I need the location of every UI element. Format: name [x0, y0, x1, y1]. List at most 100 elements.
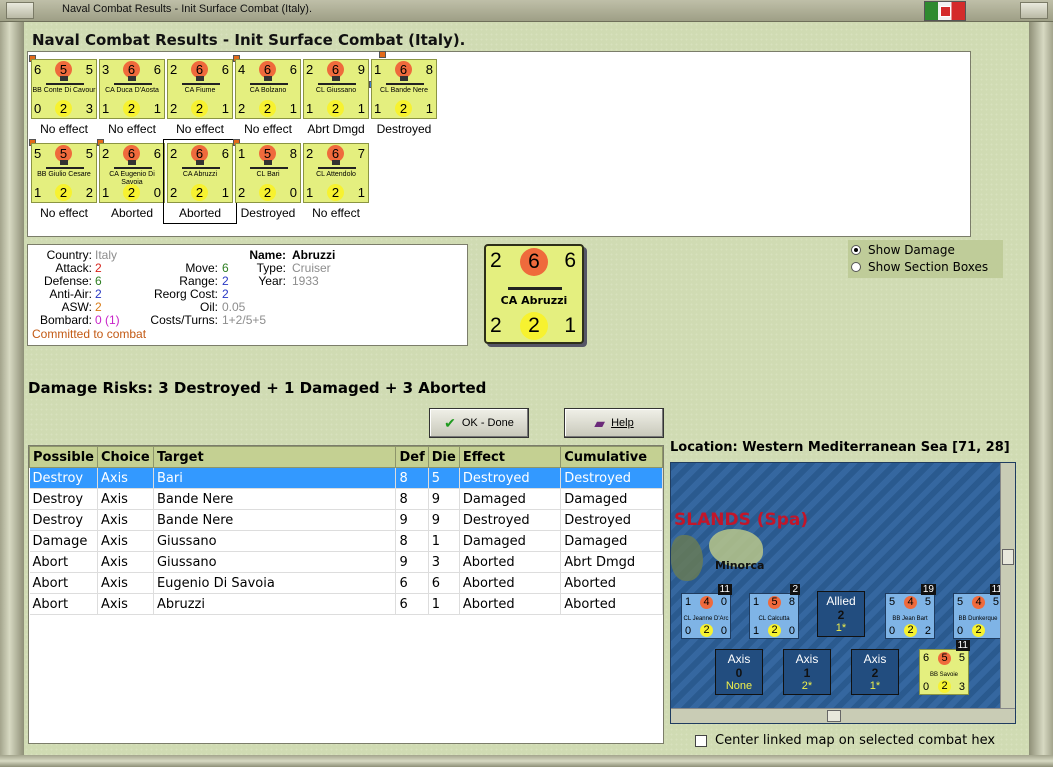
ship-card[interactable]: 2 6 9 CL Giussano 1 2 1 Abrt Dmgd [303, 59, 369, 136]
axis-summary-box[interactable]: Axis 0 None [715, 649, 763, 695]
column-header[interactable]: Choice [96, 446, 154, 468]
minimize-button[interactable] [1020, 2, 1048, 19]
column-header[interactable]: Possible [29, 446, 98, 468]
ship-name: BB Conte Di Cavour [32, 87, 96, 94]
allied-unit-counter[interactable]: 2 1 5 8 CL Calcutta 1 2 0 [749, 584, 800, 639]
ship-name: CL Attendolo [316, 171, 356, 178]
table-row[interactable]: Destroy Axis Bande Nere 9 9 Destroyed De… [29, 509, 663, 531]
counter-value: 2 [238, 185, 246, 200]
column-header[interactable]: Target [152, 446, 397, 468]
show-sections-option[interactable]: Show Section Boxes [851, 260, 988, 274]
ship-counter[interactable]: 2 6 7 CL Attendolo 1 2 1 [303, 143, 369, 203]
allied-unit-counter[interactable]: 11 5 4 5 BB Dunkerque 0 2 [953, 584, 1004, 639]
ship-card[interactable]: 5 5 5 BB Giulio Cesare 1 2 2 No effect [29, 139, 97, 220]
table-row[interactable]: Damage Axis Giussano 8 1 Damaged Damaged [29, 530, 663, 552]
counter-value: 0 [720, 625, 727, 637]
checkbox-icon[interactable] [695, 734, 707, 747]
table-row[interactable]: Abort Axis Abruzzi 6 1 Aborted Aborted [29, 593, 663, 615]
counter-value: 0 [153, 185, 161, 200]
system-menu-button[interactable] [6, 2, 34, 19]
ship-card[interactable]: 4 6 6 CA Bolzano 2 2 1 No effect [233, 55, 301, 136]
counter-value: 1 [685, 596, 692, 608]
ship-name: CA Abruzzi [182, 171, 218, 178]
counter-value: 1 [357, 101, 365, 116]
ship-counter[interactable]: 5 5 5 BB Giulio Cesare 1 2 2 [31, 143, 97, 203]
counter-value: 6 [520, 248, 548, 276]
counter-value: 5 [957, 596, 964, 608]
ok-done-button[interactable]: ✔ OK - Done [429, 408, 529, 438]
ship-result: No effect [176, 122, 224, 136]
ship-counter[interactable]: 2 6 6 CA Fiume 2 2 1 [167, 59, 233, 119]
table-row[interactable]: Destroy Axis Bande Nere 8 9 Damaged Dama… [29, 488, 663, 510]
ship-card[interactable]: 3 6 6 CA Duca D'Aosta 1 2 1 No effect [99, 59, 165, 136]
ship-counter[interactable]: 1 6 8 CL Bande Nere 1 2 1 [371, 59, 437, 119]
counter-value: 5 [768, 596, 781, 609]
ship-card[interactable]: 1 5 8 CL Bari 2 2 0 Destroyed [233, 139, 301, 220]
column-header[interactable]: Effect [458, 446, 562, 468]
ship-counter[interactable]: 6 5 5 BB Conte Di Cavour 0 2 3 [31, 59, 97, 119]
counter-value: 8 [788, 596, 795, 608]
title-bar: Naval Combat Results - Init Surface Comb… [0, 0, 1053, 22]
table-cell: 5 [428, 467, 460, 489]
counter-value: 2 [768, 624, 781, 637]
location-label: Location: Western Mediterranean Sea [71,… [670, 440, 1010, 455]
axis-summary-box[interactable]: Axis 2 1* [851, 649, 899, 695]
window-frame-left [0, 22, 24, 767]
ship-result: No effect [40, 206, 88, 220]
counter-value: 3 [958, 681, 965, 693]
ship-counter[interactable]: 2 6 6 CA Abruzzi 2 2 1 [167, 143, 233, 203]
status-marker-icon [379, 51, 386, 58]
stack-count-badge: 11 [955, 640, 970, 651]
unit-details-panel: Country: Italy Attack: 2 Defense: 6 Anti… [27, 244, 468, 346]
ship-name: BB Dunkerque [958, 616, 998, 622]
column-header[interactable]: Def [395, 446, 429, 468]
counter-value: 6 [289, 62, 297, 77]
ship-counter[interactable]: 2 6 9 CL Giussano 1 2 1 [303, 59, 369, 119]
ship-card[interactable]: 6 5 5 BB Conte Di Cavour 0 2 3 No effect [29, 55, 97, 136]
table-row[interactable]: Abort Axis Giussano 9 3 Aborted Abrt Dmg… [29, 551, 663, 573]
scrollbar-thumb[interactable] [827, 710, 841, 722]
side-label: Axis [863, 652, 887, 666]
column-header[interactable]: Cumulative [560, 446, 663, 468]
ship-card[interactable]: 2 6 6 CA Fiume 2 2 1 No effect [167, 59, 233, 136]
map-horizontal-scrollbar[interactable] [671, 708, 1015, 723]
axis-unit-counter[interactable]: 11 6 5 5 BB Savoie 0 2 3 [919, 640, 970, 695]
table-cell: Bande Nere [153, 488, 397, 510]
table-cell: 8 [395, 488, 429, 510]
counter-value: 0 [889, 625, 896, 637]
allied-unit-counter[interactable]: 11 1 4 0 CL Jeanne D'Arc 0 2 0 [681, 584, 732, 639]
radio-icon[interactable] [851, 262, 861, 272]
ship-card-selected[interactable]: 2 6 6 CA Abruzzi 2 2 1 Aborted [163, 139, 237, 224]
scrollbar-thumb[interactable] [1002, 549, 1014, 565]
table-row[interactable]: Abort Axis Eugenio Di Savoia 6 6 Aborted… [29, 572, 663, 594]
counter-value: 6 [153, 62, 161, 77]
counter-value: 0 [923, 681, 930, 693]
axis-summary-box[interactable]: Axis 1 2* [783, 649, 831, 695]
map-vertical-scrollbar[interactable] [1000, 463, 1015, 709]
attack-value: 2 [95, 261, 102, 275]
ship-card[interactable]: 2 6 6 CA Eugenio Di Savoia 1 2 0 Aborted [97, 139, 165, 220]
option-label: Show Damage [868, 243, 955, 257]
side-sub: 2* [801, 680, 813, 692]
name-value: Abruzzi [292, 248, 336, 262]
table-row-selected[interactable]: Destroy Axis Bari 8 5 Destroyed Destroye… [29, 467, 663, 489]
radio-selected-icon[interactable] [851, 245, 861, 255]
ship-silhouette-icon [182, 160, 220, 169]
ship-counter[interactable]: 1 5 8 CL Bari 2 2 0 [235, 143, 301, 203]
help-button[interactable]: ▰ Help [564, 408, 664, 438]
center-map-option[interactable]: Center linked map on selected combat hex [695, 733, 995, 748]
table-cell: Axis [97, 530, 154, 552]
ship-results-panel: 6 5 5 BB Conte Di Cavour 0 2 3 No effect… [27, 51, 971, 237]
counter-value: 2 [123, 100, 140, 117]
show-damage-option[interactable]: Show Damage [851, 243, 955, 257]
ship-card[interactable]: 2 6 7 CL Attendolo 1 2 1 No effect [303, 143, 369, 220]
counter-value: 6 [34, 62, 42, 77]
mini-map[interactable]: SLANDS (Spa) Minorca 11 1 4 0 CL Jeanne … [670, 462, 1016, 724]
ship-card[interactable]: 1 6 8 CL Bande Nere 1 2 1 Destroyed [369, 51, 437, 136]
allied-unit-counter[interactable]: 19 5 4 5 BB Jean Bart 0 2 2 [885, 584, 936, 639]
ship-counter[interactable]: 4 6 6 CA Bolzano 2 2 1 [235, 59, 301, 119]
column-header[interactable]: Die [427, 446, 460, 468]
allied-summary-box[interactable]: Allied 2 1* [817, 591, 865, 637]
ship-counter[interactable]: 2 6 6 CA Eugenio Di Savoia 1 2 0 [99, 143, 165, 203]
ship-counter[interactable]: 3 6 6 CA Duca D'Aosta 1 2 1 [99, 59, 165, 119]
